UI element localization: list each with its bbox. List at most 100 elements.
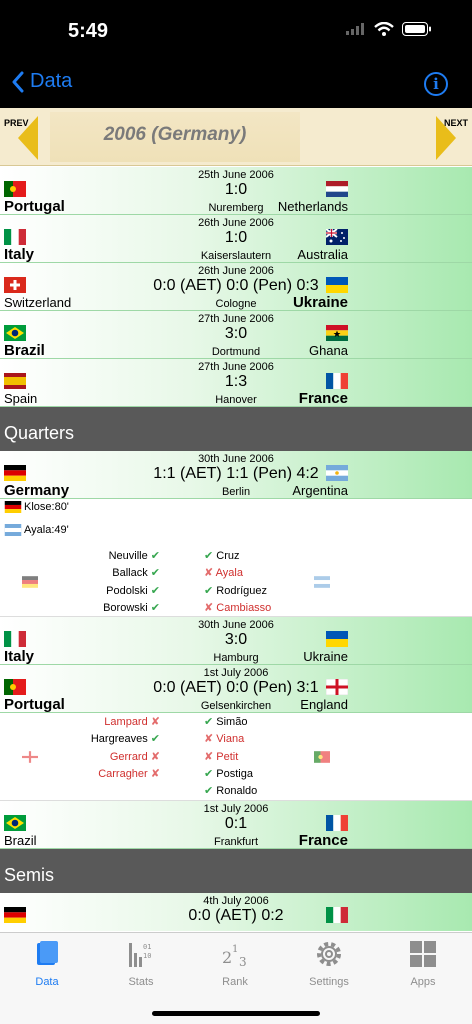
- status-bar: 5:49: [0, 0, 472, 60]
- penalty-taker: ✔ Cruz: [204, 550, 240, 562]
- match-row[interactable]: 27th June 2006 1:3 Hanover Spain France: [0, 359, 472, 407]
- svg-text:3: 3: [239, 955, 247, 969]
- italy-flag-icon: [326, 907, 348, 923]
- stage-header: Semis: [0, 849, 472, 893]
- penalty-taker: ✔ Ronaldo: [204, 785, 258, 797]
- portugal-flag-icon: [314, 751, 330, 763]
- battery-icon: [402, 22, 431, 36]
- match-list[interactable]: 25th June 2006 1:0 Nuremberg Portugal Ne…: [0, 167, 472, 931]
- home-indicator: [152, 1011, 320, 1016]
- team-right: Ukraine: [303, 649, 348, 664]
- germany-flag-icon: [22, 576, 38, 588]
- team-right: France: [298, 390, 348, 407]
- info-icon[interactable]: i: [424, 72, 448, 96]
- navigation-bar: Data i: [0, 60, 472, 108]
- match-row[interactable]: 1st July 2006 0:1 Frankfurt Brazil Franc…: [0, 801, 472, 849]
- tab-stats[interactable]: 01 10 Stats: [94, 939, 188, 988]
- germany-flag-icon: [4, 907, 26, 923]
- penalty-taker: ✘ Cambiasso: [204, 602, 272, 614]
- match-row[interactable]: 26th June 2006 1:0 Kaiserslautern Italy …: [0, 215, 472, 263]
- team-left: Portugal: [4, 696, 65, 713]
- tab-apps[interactable]: Apps: [376, 939, 470, 988]
- stats-icon: 0110: [129, 943, 151, 967]
- penalty-taker: ✔ Rodríguez: [204, 585, 268, 597]
- team-right: Netherlands: [277, 199, 348, 214]
- penalty-taker: Hargreaves ✔: [90, 733, 160, 745]
- brazil-flag-icon: [4, 325, 26, 341]
- tab-settings[interactable]: Settings: [282, 939, 376, 988]
- australia-flag-icon: [326, 229, 348, 245]
- penalty-taker: ✘ Ayala: [204, 567, 243, 579]
- team-right: England: [300, 697, 348, 712]
- match-row[interactable]: 4th July 2006 0:0 (AET) 0:2: [0, 893, 472, 931]
- penalty-taker: Gerrard ✘: [109, 751, 160, 763]
- argentina-flag-icon: [314, 576, 330, 588]
- penalty-taker: Borowski ✔: [103, 602, 160, 614]
- rank-icon: 2 13: [222, 944, 247, 969]
- book-icon: [37, 941, 58, 965]
- brazil-flag-icon: [4, 815, 26, 831]
- match-row[interactable]: 1st July 2006 0:0 (AET) 0:0 (Pen) 3:1 Ge…: [0, 665, 472, 713]
- penalty-taker: Lampard ✘: [104, 716, 160, 728]
- argentina-flag-icon: [326, 465, 348, 481]
- penalty-taker: ✘ Petit: [204, 751, 239, 763]
- tournament-selector: PREV 2006 (Germany) NEXT: [0, 108, 472, 166]
- ukraine-flag-icon: [326, 631, 348, 647]
- stage-header: Quarters: [0, 407, 472, 451]
- team-right: Argentina: [292, 483, 348, 498]
- team-left: Brazil: [4, 833, 37, 848]
- team-left: Switzerland: [4, 295, 72, 310]
- france-flag-icon: [326, 815, 348, 831]
- gear-icon: [317, 942, 341, 966]
- next-arrow-icon[interactable]: [436, 116, 456, 160]
- penalty-taker: Ballack ✔: [112, 567, 160, 579]
- portugal-flag-icon: [4, 679, 26, 695]
- svg-text:10: 10: [143, 952, 151, 960]
- italy-flag-icon: [4, 229, 26, 245]
- team-right: France: [298, 832, 348, 849]
- penalty-taker: ✘ Viana: [204, 733, 245, 745]
- scorer-row: Klose:80': [4, 501, 69, 513]
- netherlands-flag-icon: [326, 181, 348, 197]
- match-row[interactable]: 30th June 2006 1:1 (AET) 1:1 (Pen) 4:2 B…: [0, 451, 472, 499]
- signal-icon: [346, 23, 364, 35]
- penalty-taker: Carragher ✘: [98, 768, 160, 780]
- team-right: Ghana: [308, 343, 348, 358]
- apps-grid-icon: [410, 941, 436, 967]
- match-row[interactable]: 26th June 2006 0:0 (AET) 0:0 (Pen) 0:3 C…: [0, 263, 472, 311]
- team-right: Australia: [297, 247, 348, 262]
- france-flag-icon: [326, 373, 348, 389]
- team-left: Portugal: [4, 198, 65, 215]
- team-left: Spain: [4, 391, 38, 406]
- team-right: Ukraine: [292, 294, 348, 311]
- england-flag-icon: [22, 751, 38, 763]
- tab-data[interactable]: Data: [0, 939, 94, 988]
- prev-arrow-icon[interactable]: [18, 116, 38, 160]
- ghana-flag-icon: [326, 325, 348, 341]
- penalty-taker: Podolski ✔: [106, 585, 160, 597]
- spain-flag-icon: [4, 373, 26, 389]
- team-left: Italy: [4, 246, 35, 263]
- team-left: Germany: [4, 482, 70, 499]
- tab-rank[interactable]: 213 Rank: [188, 939, 282, 988]
- germany-flag-icon: [4, 501, 22, 513]
- team-left: Italy: [4, 648, 35, 665]
- back-label: Data: [30, 70, 73, 92]
- tab-bar: Data 01 10 Stats 213 Rank Settings Apps: [0, 932, 472, 1024]
- svg-text:01: 01: [143, 943, 151, 951]
- switzerland-flag-icon: [4, 277, 26, 293]
- back-button[interactable]: Data: [12, 70, 72, 93]
- match-row[interactable]: 25th June 2006 1:0 Nuremberg Portugal Ne…: [0, 167, 472, 215]
- status-time: 5:49: [68, 20, 109, 42]
- penalty-taker: ✔ Simão: [204, 716, 248, 728]
- match-row[interactable]: 30th June 2006 3:0 Hamburg Italy Ukraine: [0, 617, 472, 665]
- match-row[interactable]: 27th June 2006 3:0 Dortmund Brazil Ghana: [0, 311, 472, 359]
- team-left: Brazil: [4, 342, 45, 359]
- scorer-row: Ayala:49': [4, 524, 69, 536]
- italy-flag-icon: [4, 631, 26, 647]
- ukraine-flag-icon: [326, 277, 348, 293]
- penalty-taker: ✔ Postiga: [204, 768, 253, 780]
- argentina-flag-icon: [4, 524, 22, 536]
- svg-text:2: 2: [222, 948, 232, 967]
- tournament-title[interactable]: 2006 (Germany): [50, 124, 300, 146]
